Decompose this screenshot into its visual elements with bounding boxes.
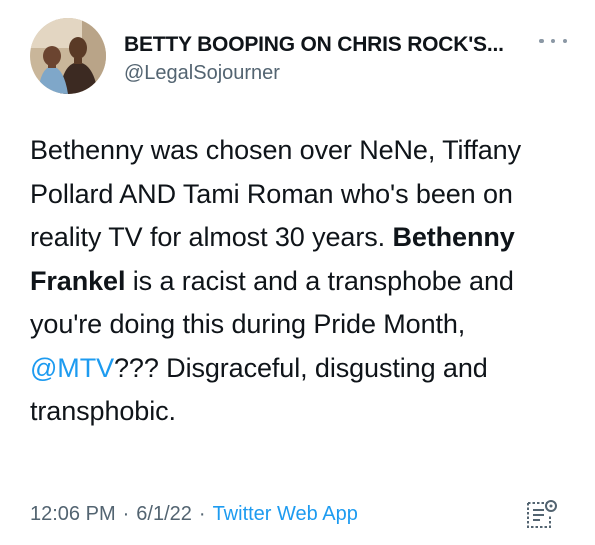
tweet-source-link[interactable]: Twitter Web App [213,503,358,526]
more-dot [562,38,567,44]
author-handle[interactable]: @LegalSojourner [124,62,280,85]
tweet-card: BETTY BOOPING ON CHRIS ROCK'S... @LegalS… [0,0,595,545]
tweet-analytics-icon[interactable] [524,499,558,531]
more-dot [539,38,544,44]
separator: · [198,503,206,525]
separator: · [122,503,130,525]
author-display-name[interactable]: BETTY BOOPING ON CHRIS ROCK'S... [124,33,504,57]
avatar-photo [30,18,106,94]
tweet-metadata: 12:06 PM · 6/1/22 · Twitter Web App [30,503,358,526]
tweet-text: Bethenny was chosen over NeNe, Tiffany P… [30,129,575,434]
more-dot [550,38,556,44]
mention-link[interactable]: @MTV [30,353,114,383]
tweet-date[interactable]: 6/1/22 [136,503,192,526]
avatar[interactable] [30,18,106,94]
tweet-time[interactable]: 12:06 PM [30,503,116,526]
more-horizontal-icon[interactable] [539,34,567,48]
